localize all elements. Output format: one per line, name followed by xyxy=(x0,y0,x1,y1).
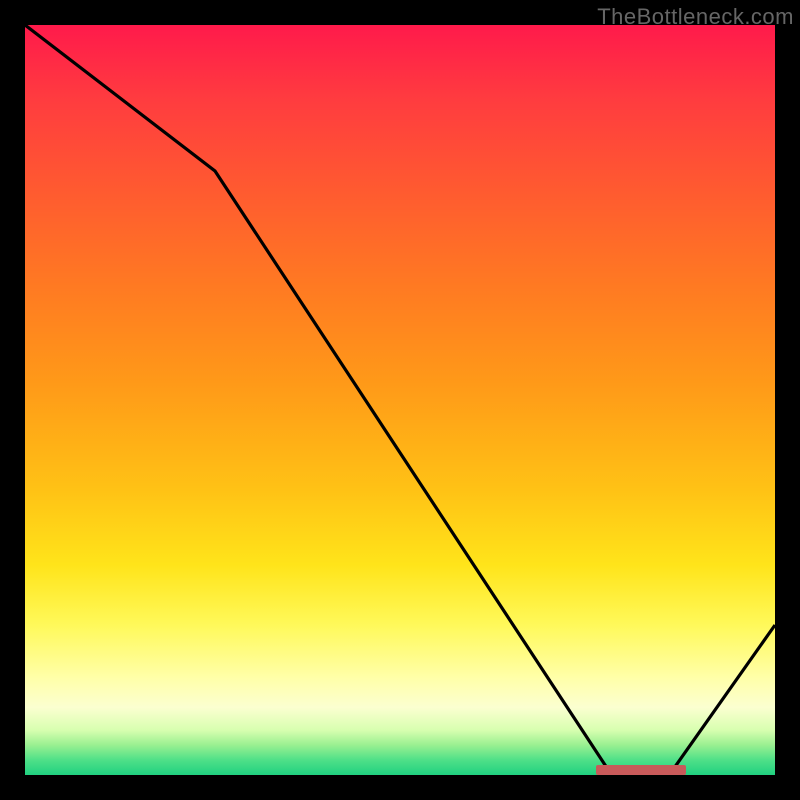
watermark-text: TheBottleneck.com xyxy=(597,4,794,30)
plot-area xyxy=(25,25,775,775)
curve-path xyxy=(25,25,775,771)
optimal-zone-marker xyxy=(596,765,686,775)
chart-container: TheBottleneck.com xyxy=(0,0,800,800)
bottleneck-curve xyxy=(25,25,775,775)
